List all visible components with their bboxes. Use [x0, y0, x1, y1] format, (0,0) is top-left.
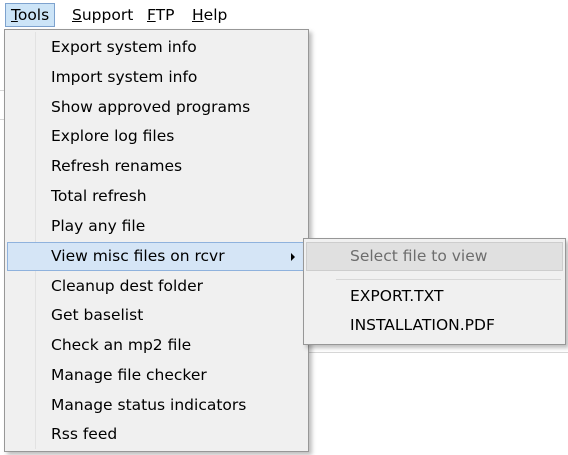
submenu-item-installation-pdf[interactable]: INSTALLATION.PDF — [306, 311, 563, 340]
menu-item-view-misc-files-on-rcvr[interactable]: View misc files on rcvr — [7, 242, 306, 271]
menu-item-check-an-mp2-file[interactable]: Check an mp2 file — [7, 331, 306, 360]
menu-item-explore-log-files[interactable]: Explore log files — [7, 122, 306, 151]
background-divider — [309, 352, 568, 353]
submenu-header-select-file: Select file to view — [306, 242, 563, 271]
menu-item-get-baselist[interactable]: Get baselist — [7, 301, 306, 330]
menu-help-accel: H — [192, 6, 204, 24]
menu-help-label: elp — [203, 6, 228, 24]
chevron-right-icon — [291, 253, 295, 261]
menu-support-accel: S — [72, 6, 82, 24]
menu-ftp-label: TP — [155, 6, 175, 24]
menu-item-refresh-renames[interactable]: Refresh renames — [7, 152, 306, 181]
submenu-separator — [336, 279, 561, 280]
menu-support[interactable]: Support — [67, 3, 138, 27]
menu-item-rss-feed[interactable]: Rss feed — [7, 420, 306, 449]
menu-support-label: upport — [81, 6, 134, 24]
menu-item-manage-status-indicators[interactable]: Manage status indicators — [7, 391, 306, 420]
menu-item-manage-file-checker[interactable]: Manage file checker — [7, 361, 306, 390]
menu-item-import-system-info[interactable]: Import system info — [7, 63, 306, 92]
menu-tools-label: ools — [17, 6, 50, 24]
menu-bar: Tools Support FTP Help — [0, 0, 568, 30]
menu-item-play-any-file[interactable]: Play any file — [7, 212, 306, 241]
menu-tools[interactable]: Tools — [5, 3, 56, 27]
menu-item-cleanup-dest-folder[interactable]: Cleanup dest folder — [7, 272, 306, 301]
menu-item-view-misc-files-label: View misc files on rcvr — [51, 247, 225, 265]
menu-tools-accel: T — [11, 6, 18, 24]
menu-item-export-system-info[interactable]: Export system info — [7, 33, 306, 62]
menu-help[interactable]: Help — [187, 3, 232, 27]
menu-ftp-accel: F — [147, 6, 156, 24]
view-misc-files-submenu: Select file to view EXPORT.TXT INSTALLAT… — [303, 238, 566, 345]
submenu-item-export-txt[interactable]: EXPORT.TXT — [306, 282, 563, 311]
menu-item-total-refresh[interactable]: Total refresh — [7, 182, 306, 211]
menu-ftp[interactable]: FTP — [142, 3, 179, 27]
tools-dropdown-menu: Export system info Import system info Sh… — [4, 29, 309, 452]
menu-item-show-approved-programs[interactable]: Show approved programs — [7, 93, 306, 122]
